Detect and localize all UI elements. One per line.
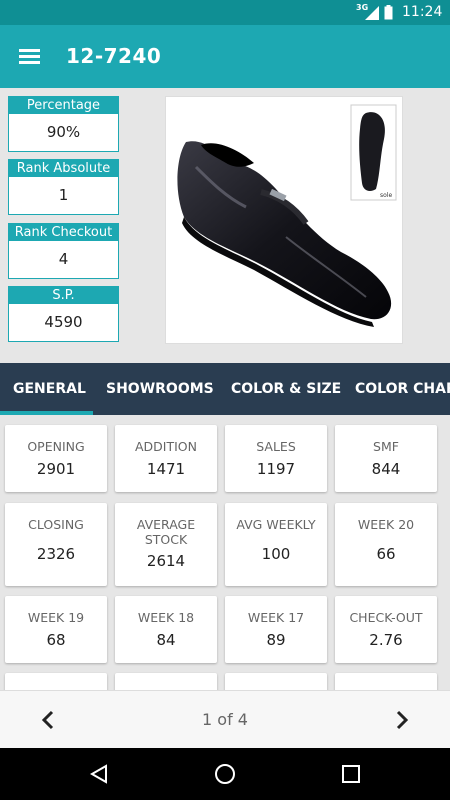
card-closing: CLOSING 2326 xyxy=(5,503,107,586)
card-value: 1197 xyxy=(256,460,296,478)
stat-value: 1 xyxy=(58,186,69,204)
card-average-stock: AVERAGE STOCK 2614 xyxy=(115,503,217,586)
card-partial xyxy=(225,673,327,690)
card-value: 84 xyxy=(156,631,176,649)
status-bar: 3G 11:24 xyxy=(0,0,450,25)
tab-general[interactable]: GENERAL xyxy=(13,363,86,415)
page-indicator: 1 of 4 xyxy=(202,710,248,729)
home-icon[interactable] xyxy=(213,762,237,786)
signal-icon xyxy=(365,6,379,20)
sole-caption: sole xyxy=(380,192,392,199)
stat-label: Rank Checkout xyxy=(9,224,118,241)
card-sales: SALES 1197 xyxy=(225,425,327,492)
card-check-out: CHECK-OUT 2.76 xyxy=(335,596,437,663)
stat-rank-checkout: Rank Checkout 4 xyxy=(8,223,119,279)
tab-color-chart[interactable]: COLOR CHART xyxy=(355,363,450,415)
card-label: AVERAGE STOCK xyxy=(136,517,196,547)
card-week-18: WEEK 18 84 xyxy=(115,596,217,663)
stat-label: S.P. xyxy=(9,287,118,304)
card-week-20: WEEK 20 66 xyxy=(335,503,437,586)
card-label: OPENING xyxy=(27,439,85,454)
card-label: CLOSING xyxy=(28,517,84,532)
stat-value: 4590 xyxy=(44,313,83,331)
card-value: 68 xyxy=(46,631,66,649)
card-label: AVG WEEKLY xyxy=(236,517,316,532)
product-image[interactable]: sole xyxy=(165,96,403,344)
card-value: 2614 xyxy=(146,552,186,570)
stat-label: Rank Absolute xyxy=(9,160,118,177)
card-value: 89 xyxy=(266,631,286,649)
card-label: SALES xyxy=(256,439,296,454)
menu-icon[interactable] xyxy=(18,46,42,66)
system-nav-bar xyxy=(0,748,450,800)
tab-bar: GENERAL SHOWROOMS COLOR & SIZE COLOR CHA… xyxy=(0,363,450,415)
tab-color-size[interactable]: COLOR & SIZE xyxy=(231,363,341,415)
clock: 11:24 xyxy=(402,4,443,20)
card-label: WEEK 18 xyxy=(137,610,195,625)
stat-value: 90% xyxy=(46,123,81,141)
card-label: WEEK 20 xyxy=(357,517,415,532)
card-smf: SMF 844 xyxy=(335,425,437,492)
card-addition: ADDITION 1471 xyxy=(115,425,217,492)
battery-icon xyxy=(384,5,393,20)
back-icon[interactable] xyxy=(87,762,111,786)
card-label: WEEK 17 xyxy=(247,610,305,625)
tab-showrooms[interactable]: SHOWROOMS xyxy=(106,363,214,415)
card-label: SMF xyxy=(373,439,399,454)
card-label: CHECK-OUT xyxy=(349,610,423,625)
stat-rank-absolute: Rank Absolute 1 xyxy=(8,159,119,215)
card-value: 2.76 xyxy=(369,631,403,649)
card-value: 1471 xyxy=(146,460,186,478)
card-label: WEEK 19 xyxy=(27,610,85,625)
stat-selling-price: S.P. 4590 xyxy=(8,286,119,342)
card-week-17: WEEK 17 89 xyxy=(225,596,327,663)
card-value: 844 xyxy=(371,460,401,478)
card-value: 66 xyxy=(376,545,396,563)
shoe-illustration: sole xyxy=(177,104,397,327)
chevron-right-icon[interactable] xyxy=(390,706,414,734)
card-partial xyxy=(5,673,107,690)
card-value: 2901 xyxy=(36,460,76,478)
card-value: 100 xyxy=(261,545,291,563)
app-bar: 12-7240 xyxy=(0,25,450,88)
card-value: 2326 xyxy=(36,545,76,563)
pager: 1 of 4 xyxy=(0,690,450,748)
card-opening: OPENING 2901 xyxy=(5,425,107,492)
card-label: ADDITION xyxy=(135,439,197,454)
page-title: 12-7240 xyxy=(66,44,162,68)
stat-value: 4 xyxy=(58,250,69,268)
stat-label: Percentage xyxy=(9,97,118,114)
general-grid: OPENING 2901 ADDITION 1471 SALES 1197 SM… xyxy=(0,415,450,690)
card-partial xyxy=(335,673,437,690)
stat-percentage: Percentage 90% xyxy=(8,96,119,152)
card-avg-weekly: AVG WEEKLY 100 xyxy=(225,503,327,586)
card-partial xyxy=(115,673,217,690)
recents-icon[interactable] xyxy=(339,762,363,786)
card-week-19: WEEK 19 68 xyxy=(5,596,107,663)
